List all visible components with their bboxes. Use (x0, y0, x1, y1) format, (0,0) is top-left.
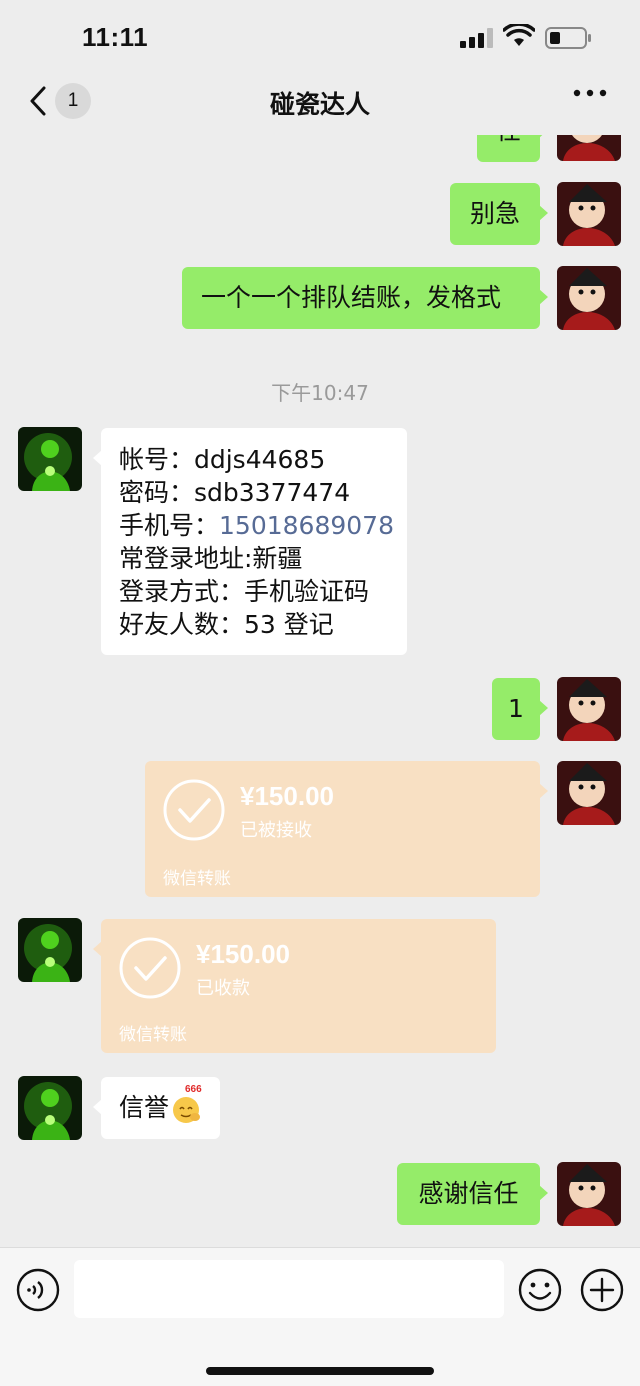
account-line: 常登录地址:新疆 (119, 544, 303, 573)
phone-number-link[interactable]: 15018689078 (219, 511, 394, 540)
plus-icon[interactable] (580, 1268, 624, 1312)
phone-label: 手机号： (119, 511, 220, 540)
transfer-check-icon (163, 779, 225, 841)
message-list[interactable]: 任 别急 一个一个排队结账，发格式 下午10:47 帐号：ddjs44685 密… (0, 135, 640, 1245)
message-bubble-outgoing[interactable]: 一个一个排队结账，发格式 (182, 267, 548, 329)
my-avatar[interactable] (557, 1162, 621, 1226)
message-bubble-outgoing[interactable]: 别急 (450, 183, 548, 245)
account-line: 帐号：ddjs44685 (119, 445, 326, 474)
home-indicator[interactable] (206, 1367, 434, 1375)
transfer-check-icon (119, 937, 181, 999)
transfer-amount: ¥150.00 (240, 781, 334, 811)
contact-avatar[interactable] (18, 1076, 82, 1140)
input-bar (0, 1247, 640, 1386)
message-bubble-incoming[interactable]: 信誉 666 (93, 1077, 220, 1139)
my-avatar[interactable] (557, 761, 621, 825)
my-avatar[interactable] (557, 135, 621, 161)
account-line: 手机号：15018689078 (119, 509, 407, 542)
message-text: 别急 (469, 199, 520, 228)
contact-avatar[interactable] (18, 918, 82, 982)
transfer-card-incoming[interactable]: ¥150.00 已收款 微信转账 (93, 919, 496, 1053)
message-bubble-outgoing[interactable]: 任 (477, 135, 548, 162)
my-avatar[interactable] (557, 677, 621, 741)
transfer-label: 微信转账 (119, 1025, 187, 1045)
cellular-signal-icon (460, 28, 493, 48)
chat-header: 1 碰瓷达人 (0, 75, 640, 135)
message-text: 信誉 (119, 1093, 170, 1122)
my-avatar[interactable] (557, 266, 621, 330)
message-bubble-incoming[interactable]: 帐号：ddjs44685 密码：sdb3377474 手机号：150186890… (93, 428, 407, 655)
emoji-icon[interactable] (518, 1268, 562, 1312)
contact-avatar[interactable] (18, 427, 82, 491)
wifi-icon (503, 24, 535, 46)
account-line: 登录方式：手机验证码 (119, 577, 370, 606)
status-bar: 11:11 (0, 0, 640, 75)
voice-input-icon[interactable] (16, 1268, 60, 1312)
transfer-amount: ¥150.00 (196, 939, 290, 969)
message-text: 一个一个排队结账，发格式 (201, 283, 502, 312)
message-bubble-outgoing[interactable]: 感谢信任 (397, 1163, 548, 1225)
transfer-card-outgoing[interactable]: ¥150.00 已被接收 微信转账 (145, 761, 548, 897)
sticker-666-emoji: 666 (171, 1085, 205, 1125)
transfer-label: 微信转账 (163, 869, 231, 889)
account-line: 密码：sdb3377474 (119, 478, 351, 507)
message-bubble-outgoing[interactable]: 1 (492, 678, 548, 740)
battery-icon (545, 27, 591, 49)
message-timestamp: 下午10:47 (271, 381, 369, 405)
transfer-status: 已收款 (196, 978, 250, 999)
sticker-666-text: 666 (185, 1084, 202, 1095)
status-time: 11:11 (82, 22, 149, 52)
account-line: 好友人数：53 登记 (119, 610, 334, 639)
message-text: 任 (496, 135, 521, 145)
message-text: 感谢信任 (418, 1179, 519, 1208)
more-options-icon[interactable] (572, 87, 608, 99)
transfer-status: 已被接收 (240, 820, 312, 841)
my-avatar[interactable] (557, 182, 621, 246)
chat-title: 碰瓷达人 (269, 90, 370, 119)
message-input[interactable] (74, 1260, 504, 1318)
message-text: 1 (508, 694, 524, 723)
